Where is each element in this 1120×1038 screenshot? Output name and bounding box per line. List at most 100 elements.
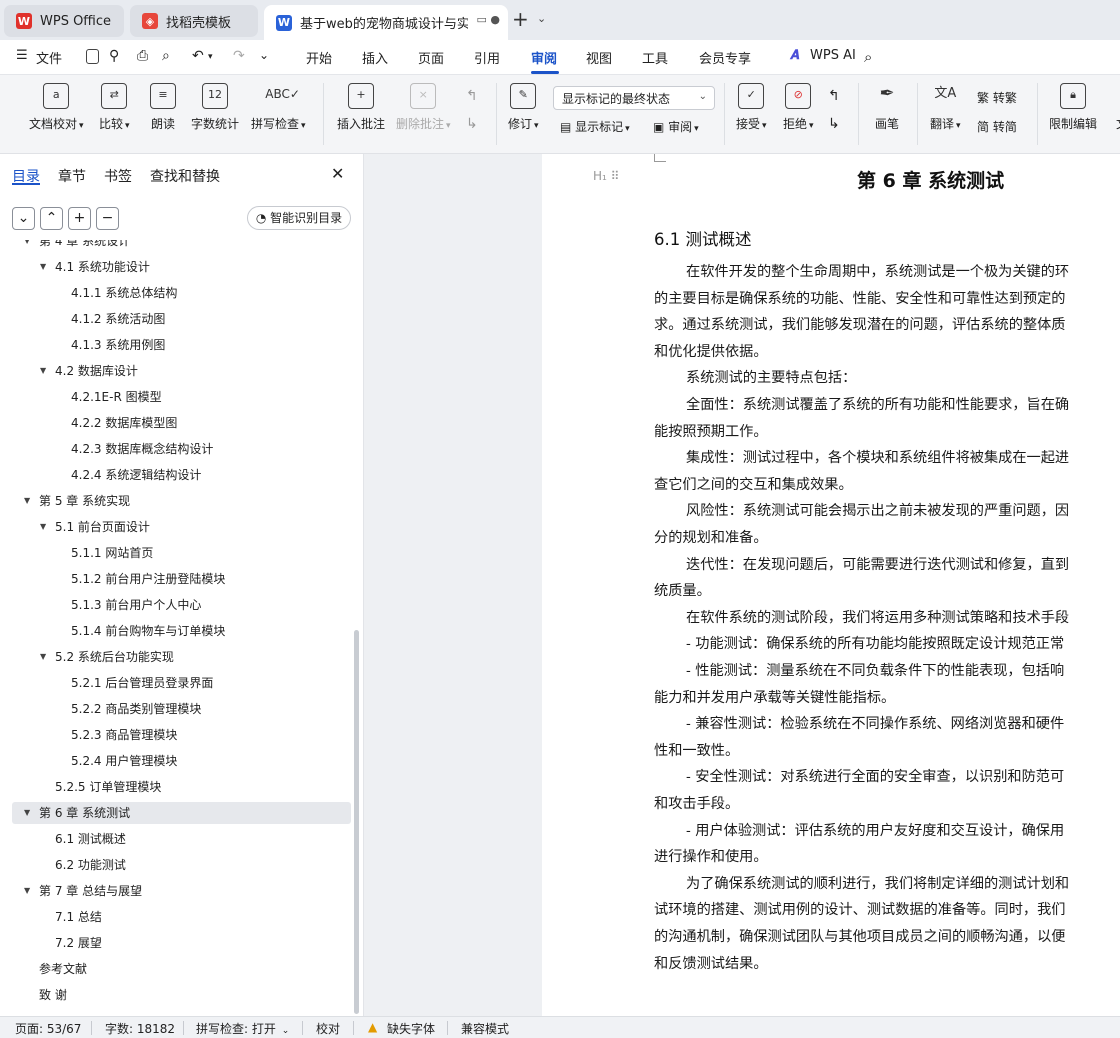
expand-arrow-icon[interactable]: ▼	[40, 516, 46, 538]
wps-ai-icon[interactable]: 𝑨	[790, 48, 799, 63]
print-icon[interactable]: ⎙	[137, 48, 148, 64]
prev-change-icon[interactable]: ↰	[828, 88, 840, 104]
tab-wps-office[interactable]: W WPS Office	[4, 5, 124, 37]
delete-comment-button[interactable]: × 删除批注 ▾	[396, 83, 451, 132]
toc-item[interactable]: 5.2.2 商品类别管理模块	[0, 698, 352, 720]
remove-toc-item-button[interactable]: −	[96, 207, 119, 230]
expand-arrow-icon[interactable]: ▼	[24, 240, 30, 252]
toc-item[interactable]: 5.2.3 商品管理模块	[0, 724, 352, 746]
tab-docer-templates[interactable]: ◈ 找稻壳模板	[130, 5, 258, 37]
new-tab-plus-icon[interactable]: +	[512, 9, 529, 29]
link-icon[interactable]: ⚲	[109, 48, 119, 64]
insert-comment-button[interactable]: + 插入批注	[337, 83, 385, 132]
toc-item[interactable]: 7.1 总结	[0, 906, 352, 928]
toc-item[interactable]: ▼ 第 4 章 系统设计	[0, 240, 352, 252]
toc-item[interactable]: 4.1.2 系统活动图	[0, 308, 352, 330]
print-preview-icon[interactable]: ⌕	[162, 48, 170, 64]
toc-item[interactable]: ▼ 4.1 系统功能设计	[0, 256, 352, 278]
doc-check-button[interactable]: a 文档校对 ▾	[29, 83, 84, 132]
save-icon[interactable]	[86, 49, 99, 64]
toc-item[interactable]: 7.2 展望	[0, 932, 352, 954]
word-count-button[interactable]: 12 字数统计	[191, 83, 239, 132]
review-pane-button[interactable]: ▣ 审阅 ▾	[653, 118, 699, 135]
toc-item[interactable]: ▼ 第 7 章 总结与展望	[0, 880, 352, 902]
expand-arrow-icon[interactable]: ▼	[24, 490, 30, 512]
undo-icon[interactable]: ↶	[192, 48, 204, 64]
toc-item[interactable]: 5.2.1 后台管理员登录界面	[0, 672, 352, 694]
wps-ai-button[interactable]: WPS AI	[810, 48, 856, 63]
ribbon-more-button[interactable]: 文	[1109, 83, 1120, 132]
compat-mode-status[interactable]: 兼容模式	[461, 1020, 509, 1037]
word-count[interactable]: 字数: 18182	[105, 1020, 175, 1037]
menu-tab-member[interactable]: 会员专享	[699, 48, 751, 67]
menu-tab-reference[interactable]: 引用	[474, 48, 500, 67]
menu-tab-home[interactable]: 开始	[306, 48, 332, 67]
toc-item[interactable]: 5.2.5 订单管理模块	[0, 776, 352, 798]
undo-dropdown-icon[interactable]: ▾	[208, 52, 213, 62]
toc-item[interactable]: ▼ 5.1 前台页面设计	[0, 516, 352, 538]
show-markup-button[interactable]: ▤ 显示标记 ▾	[560, 118, 630, 135]
restrict-edit-button[interactable]: 🔒︎ 限制编辑	[1049, 83, 1097, 132]
toc-item[interactable]: 5.1.1 网站首页	[0, 542, 352, 564]
track-changes-button[interactable]: ✎ 修订 ▾	[508, 83, 539, 132]
menu-file[interactable]: 文件	[36, 48, 62, 67]
tab-list-chevron-icon[interactable]: ⌄	[537, 12, 546, 25]
menu-tab-view[interactable]: 视图	[586, 48, 612, 67]
menu-tab-tools[interactable]: 工具	[642, 48, 668, 67]
expand-arrow-icon[interactable]: ▼	[40, 256, 46, 278]
toc-item[interactable]: 4.2.2 数据库模型图	[0, 412, 352, 434]
toc-scrollbar[interactable]	[354, 630, 359, 1014]
redo-icon[interactable]: ↷	[233, 48, 245, 64]
toc-item[interactable]: ▼ 5.2 系统后台功能实现	[0, 646, 352, 668]
proofread-status[interactable]: 校对	[316, 1020, 340, 1037]
compare-button[interactable]: ⇄ 比较 ▾	[99, 83, 130, 132]
smart-toc-button[interactable]: ◔ 智能识别目录	[247, 206, 351, 230]
collapse-all-button[interactable]: ⌄	[12, 207, 35, 230]
toc-item[interactable]: 参考文献	[0, 958, 352, 980]
toc-item[interactable]: ▼ 第 6 章 系统测试	[12, 802, 351, 824]
tab-close-dot-icon[interactable]: ▭ ●	[477, 13, 501, 26]
reject-button[interactable]: ⊘ 拒绝 ▾	[783, 83, 814, 132]
toc-item[interactable]: 5.2.4 用户管理模块	[0, 750, 352, 772]
next-comment-icon[interactable]: ↳	[466, 116, 478, 132]
expand-arrow-icon[interactable]: ▼	[24, 802, 30, 824]
toc-item[interactable]: 致 谢	[0, 984, 352, 1006]
expand-arrow-icon[interactable]: ▼	[40, 360, 46, 382]
toc-item[interactable]: ▼ 4.2 数据库设计	[0, 360, 352, 382]
heading-marker-icon[interactable]: H₁ ⠿	[593, 169, 619, 183]
toc-item[interactable]: 4.2.1E-R 图模型	[0, 386, 352, 408]
to-simplified-button[interactable]: 简 转简	[977, 118, 1017, 135]
missing-font-status[interactable]: 缺失字体	[387, 1020, 435, 1037]
prev-comment-icon[interactable]: ↰	[466, 88, 478, 104]
toc-item[interactable]: 6.2 功能测试	[0, 854, 352, 876]
page-count[interactable]: 页面: 53/67	[15, 1020, 81, 1037]
menu-tab-page[interactable]: 页面	[418, 48, 444, 67]
panel-tab-find-replace[interactable]: 查找和替换	[150, 166, 220, 186]
translate-button[interactable]: 文A 翻译 ▾	[930, 83, 961, 132]
toc-item[interactable]: ▼ 第 5 章 系统实现	[0, 490, 352, 512]
toc-item[interactable]: 4.1.1 系统总体结构	[0, 282, 352, 304]
markup-state-select[interactable]: 显示标记的最终状态 ⌄	[553, 86, 715, 110]
toc-item[interactable]: 6.1 测试概述	[0, 828, 352, 850]
spell-check-status[interactable]: 拼写检查: 打开 ⌄	[196, 1020, 289, 1037]
add-toc-item-button[interactable]: +	[68, 207, 91, 230]
menu-tab-insert[interactable]: 插入	[362, 48, 388, 67]
menu-tab-review[interactable]: 审阅	[531, 48, 557, 67]
to-traditional-button[interactable]: 繁 转繁	[977, 89, 1017, 106]
toc-item[interactable]: 5.1.4 前台购物车与订单模块	[0, 620, 352, 642]
toc-item[interactable]: 4.1.3 系统用例图	[0, 334, 352, 356]
close-icon[interactable]: ✕	[331, 164, 344, 183]
read-aloud-button[interactable]: ≡ 朗读	[150, 83, 176, 132]
toc-item[interactable]: 4.2.3 数据库概念结构设计	[0, 438, 352, 460]
next-change-icon[interactable]: ↳	[828, 116, 840, 132]
toc-item[interactable]: 5.1.3 前台用户个人中心	[0, 594, 352, 616]
expand-arrow-icon[interactable]: ▼	[40, 646, 46, 668]
accept-button[interactable]: ✓ 接受 ▾	[736, 83, 767, 132]
search-icon[interactable]: ⌕	[864, 48, 872, 66]
panel-tab-bookmarks[interactable]: 书签	[104, 166, 132, 186]
pen-button[interactable]: ✒ 画笔	[874, 83, 900, 132]
panel-tab-sections[interactable]: 章节	[58, 166, 86, 186]
tab-current-document[interactable]: W 基于web的宠物商城设计与实现 ▭ ●	[264, 5, 508, 40]
expand-up-button[interactable]: ⌃	[40, 207, 63, 230]
expand-arrow-icon[interactable]: ▼	[24, 880, 30, 902]
